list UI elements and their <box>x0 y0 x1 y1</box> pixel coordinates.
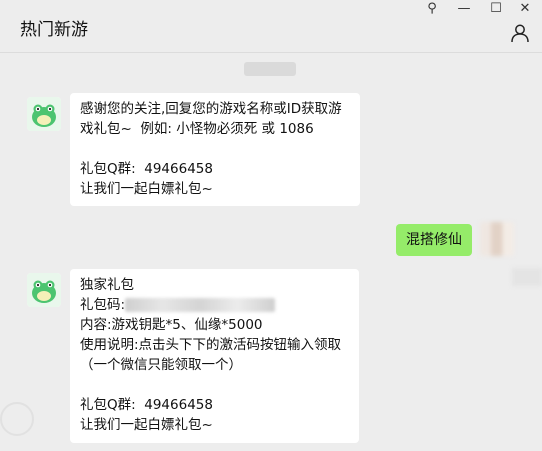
message-line: 让我们一起白嫖礼包~ <box>80 417 213 433</box>
message-line: （一个微信只能领取一个） <box>80 357 242 373</box>
window-header: 热门新游 ⚲ — ☐ ✕ <box>0 0 542 53</box>
close-button[interactable]: ✕ <box>514 0 536 18</box>
message-line: 礼包Q群: 49466458 <box>80 397 213 413</box>
message-bubble-giftpack: 独家礼包 礼包码: 内容:游戏钥匙*5、仙缘*5000 使用说明:点击头下下的激… <box>70 269 359 443</box>
gift-code-label: 礼包码: <box>80 297 126 313</box>
message-line: 礼包Q群: 49466458 <box>80 161 213 177</box>
maximize-button[interactable]: ☐ <box>485 0 507 18</box>
minimize-button[interactable]: — <box>453 0 475 18</box>
official-avatar[interactable] <box>27 273 61 307</box>
timestamp-redacted <box>244 62 296 76</box>
message-line: 独家礼包 <box>80 277 134 293</box>
official-avatar[interactable] <box>27 97 61 131</box>
user-icon[interactable] <box>510 23 530 43</box>
message-bubble-user: 混搭修仙 <box>396 224 472 256</box>
message-line: 让我们一起白嫖礼包~ <box>80 181 213 197</box>
message-line: 内容:游戏钥匙*5、仙缘*5000 <box>80 317 263 333</box>
user-avatar[interactable] <box>480 222 514 256</box>
gift-code-redacted <box>125 298 276 312</box>
watermark-icon <box>0 402 34 436</box>
message-line: 感谢您的关注,回复您的游戏名称或ID获取游 <box>80 101 342 117</box>
frog-icon <box>27 97 61 131</box>
frog-icon <box>27 273 61 307</box>
message-line: 使用说明:点击头下下的激活码按钮输入领取 <box>80 337 342 353</box>
message-bubble-welcome: 感谢您的关注,回复您的游戏名称或ID获取游 戏礼包~ 例如: 小怪物必须死 或 … <box>70 93 360 206</box>
chat-title: 热门新游 <box>20 20 88 40</box>
message-line: 戏礼包~ 例如: 小怪物必须死 或 1086 <box>80 121 314 137</box>
gift-code-line: 礼包码: <box>80 295 349 315</box>
redacted-area <box>512 268 542 286</box>
pin-button[interactable]: ⚲ <box>421 0 443 18</box>
